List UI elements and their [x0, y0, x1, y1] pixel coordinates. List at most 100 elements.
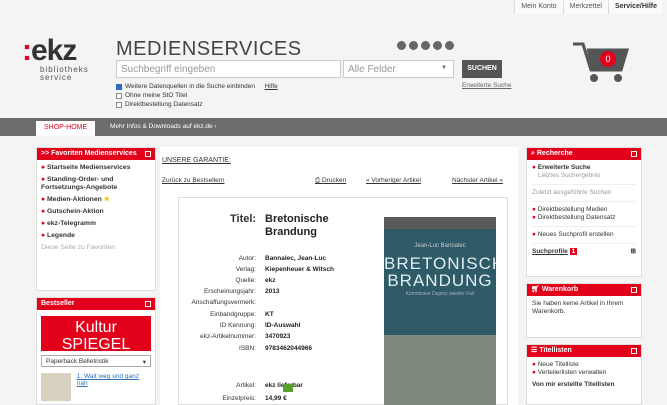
detail-value: 14,99 €: [265, 395, 287, 402]
twitter-icon[interactable]: [409, 41, 418, 50]
collapse-icon[interactable]: [631, 287, 637, 293]
checkbox[interactable]: [116, 92, 122, 99]
favorite-item[interactable]: ● Legende: [41, 232, 151, 240]
my-account-link[interactable]: Mein Konto: [514, 0, 563, 14]
cart-title-text: Warenkorb: [541, 286, 579, 293]
detail-label: Autor:: [238, 255, 256, 262]
kulturspiegel-banner[interactable]: Kultur SPIEGEL Deutschlands größtes Kult…: [41, 316, 151, 359]
extended-search-link[interactable]: ● Erweiterte Suche: [532, 164, 636, 172]
research-panel: ⌕ Recherche ● Erweiterte Suche Letztes S…: [526, 147, 642, 277]
cart-small-icon: 🛒︎: [531, 286, 542, 293]
expand-icon[interactable]: ⊞: [631, 248, 636, 256]
favorite-item[interactable]: ● ekz-Telegramm: [41, 220, 151, 228]
favorites-title: >> Favoriten Medienservices: [37, 148, 155, 160]
book-cover: [41, 373, 71, 401]
search-input[interactable]: Suchbegriff eingeben: [116, 60, 341, 78]
service-help-link[interactable]: Service/Hilfe: [607, 0, 663, 14]
favorite-item[interactable]: ● Startseite Medienservices: [41, 164, 151, 172]
search-profiles-label: Suchprofile: [532, 248, 568, 255]
next-article-link[interactable]: Nächster Artikel »: [452, 177, 503, 184]
book-title-text: Bretonische Brandung: [265, 213, 329, 238]
extended-search-link[interactable]: Erweiterte Suche: [462, 82, 512, 89]
checkbox[interactable]: [116, 101, 122, 108]
logo-subtitle: bibliotheks service: [40, 65, 89, 82]
research-title: ⌕ Recherche: [527, 148, 641, 160]
printer-icon: ⎙: [315, 177, 323, 184]
research-title-text: Recherche: [536, 150, 573, 157]
cover-picture: [384, 335, 496, 405]
watchlist-link[interactable]: Merkzettel: [562, 0, 608, 14]
bestseller-item[interactable]: 1. Wait weg und ganz nah: [41, 373, 151, 401]
nav-shop-home[interactable]: SHOP-HOME: [36, 121, 96, 136]
rss-icon[interactable]: [445, 41, 454, 50]
collapse-icon[interactable]: [145, 301, 151, 307]
option-label: Ohne meine StO Titel: [125, 92, 188, 99]
search-field-value: Alle Felder: [348, 64, 396, 75]
search-field-select[interactable]: Alle Felder ▼: [343, 60, 454, 78]
new-profile-link[interactable]: ● Neues Suchprofil erstellen: [532, 231, 636, 239]
bestseller-category-select[interactable]: Paperback Belletristik ▾: [41, 355, 151, 367]
add-favorite-link[interactable]: Diese Seite zu Favoriten: [41, 244, 151, 252]
bestseller-panel: Bestseller Kultur SPIEGEL Deutschlands g…: [36, 297, 156, 405]
chevron-down-icon: ▾: [142, 359, 146, 366]
prev-article-link[interactable]: « Vorheriger Artikel: [366, 177, 421, 184]
top-links: Mein Konto Merkzettel Service/Hilfe: [514, 0, 663, 14]
option-row: Weitere Datenquellen in die Suche einbin…: [116, 82, 278, 91]
collapse-icon[interactable]: [631, 348, 637, 354]
cover-author: Jean-Luc Bannalec: [414, 243, 466, 249]
last-searches-link[interactable]: Zuletzt ausgeführte Suchen: [532, 189, 636, 197]
detail-value: 9783462044966: [265, 345, 312, 352]
detail-label: Einbandgruppe:: [210, 311, 256, 318]
new-titlelist-link[interactable]: ● Neue Titelliste: [532, 361, 636, 369]
chevron-down-icon: ▼: [441, 65, 447, 71]
search-profiles[interactable]: Suchprofile 1 ⊞: [532, 248, 636, 256]
titlelists-panel: ☰ Titellisten ● Neue Titelliste ● Vertei…: [526, 344, 642, 405]
googleplus-icon[interactable]: [421, 41, 430, 50]
select-value: Paperback Belletristik: [46, 358, 109, 365]
guarantee-link[interactable]: UNSERE GARANTIE:: [162, 157, 231, 164]
social-icons: [397, 41, 454, 50]
detail-label: ID Kennung:: [219, 322, 256, 329]
cover-subtitle: Kommissar Dupins zweiter Fall: [405, 291, 475, 297]
nav-info-link[interactable]: Mehr Infos & Downloads auf ekz.de ›: [110, 123, 217, 130]
direct-order-data-link[interactable]: ● Direktbestellung Datensatz: [532, 214, 636, 222]
book-cover-image[interactable]: Jean-Luc Bannalec BRETONISCHE BRANDUNG K…: [384, 217, 496, 405]
book-title: Bretonische Brandung: [265, 213, 353, 239]
collapse-icon[interactable]: [631, 151, 637, 157]
titlelists-title: ☰ Titellisten: [527, 345, 641, 357]
bestseller-title: Bestseller: [37, 298, 155, 310]
cover-title: BRETONISCHE BRANDUNG: [384, 254, 496, 290]
manage-lists-link[interactable]: ● Verteilerlisten verwalten: [532, 369, 636, 377]
detail-label: ISBN:: [239, 345, 256, 352]
help-link[interactable]: Hilfe: [265, 82, 278, 91]
cart-icon[interactable]: 0: [571, 38, 631, 84]
detail-label: Artikel:: [236, 382, 256, 389]
favorites-panel: >> Favoriten Medienservices ● Startseite…: [36, 147, 156, 291]
xing-icon[interactable]: [433, 41, 442, 50]
favorite-item[interactable]: ● Standing-Order- und Fortsetzungs-Angeb…: [41, 176, 151, 192]
ekz-logo[interactable]: :ekz: [22, 36, 77, 66]
detail-value: ID-Auswahl: [265, 322, 301, 329]
collapse-icon[interactable]: [145, 151, 151, 157]
detail-label: Einzelpreis:: [222, 395, 256, 402]
favorites-title-text: >> Favoriten Medienservices: [41, 150, 137, 157]
detail-label: ekz-Artikelnummer:: [200, 333, 256, 340]
favorite-item[interactable]: ● Gutschein-Aktion: [41, 208, 151, 216]
facebook-icon[interactable]: [397, 41, 406, 50]
search-button[interactable]: SUCHEN: [462, 60, 502, 78]
book-title-link[interactable]: 1. Wait weg und ganz nah: [77, 373, 151, 401]
checkbox[interactable]: [116, 83, 122, 90]
last-result-link[interactable]: Letztes Suchergebnis: [532, 172, 636, 180]
option-label: Direktbestellung Datensatz: [125, 101, 203, 108]
option-row: Direktbestellung Datensatz: [116, 100, 278, 109]
search-profiles-count: 1: [569, 248, 578, 255]
print-link[interactable]: ⎙ Drucken: [315, 177, 346, 185]
direct-order-media-link[interactable]: ● Direktbestellung Medien: [532, 206, 636, 214]
bestseller-title-text: Bestseller: [41, 300, 75, 307]
back-link[interactable]: Zurück zu Bestsellern: [162, 177, 225, 184]
search-options: Weitere Datenquellen in die Suche einbin…: [116, 82, 278, 109]
detail-label: Verlag:: [235, 266, 256, 273]
my-lists-heading: Von mir erstellte Titellisten: [532, 381, 615, 388]
kultur-logo-text: Kultur SPIEGEL: [61, 319, 131, 353]
favorite-item[interactable]: ● Medien-Aktionen ★: [41, 196, 151, 204]
